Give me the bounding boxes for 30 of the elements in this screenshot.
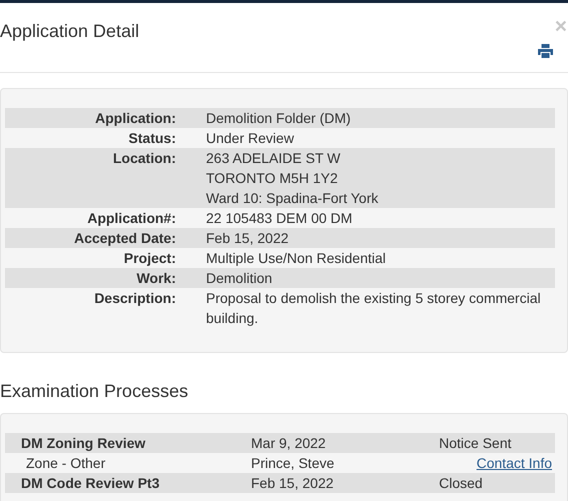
process-name: DM Zoning Review xyxy=(20,434,146,453)
process-date: Mar 9, 2022 xyxy=(251,434,327,453)
field-value: Multiple Use/Non Residential xyxy=(206,249,386,268)
field-label: Accepted Date: xyxy=(73,229,176,248)
field-label: Location: xyxy=(112,149,176,168)
field-label: Status: xyxy=(128,129,176,148)
print-icon[interactable] xyxy=(538,44,553,58)
field-label: Work: xyxy=(136,269,176,288)
field-value: 263 ADELAIDE ST W xyxy=(206,149,342,168)
field-value: Under Review xyxy=(206,129,294,148)
field-label: Project: xyxy=(122,249,176,268)
process-type: Zone - Other xyxy=(25,454,106,473)
field-label: Description: xyxy=(93,289,176,308)
contact-link[interactable]: Contact Info xyxy=(476,455,552,471)
field-value: TORONTO M5H 1Y2 xyxy=(206,169,339,188)
examiner-name: Prince, Steve xyxy=(251,454,336,473)
field-value: 22 105483 DEM 00 DM xyxy=(206,209,352,228)
field-value: Proposal to demolish the existing 5 storey commercial building. xyxy=(206,289,542,328)
field-value: Ward 10: Spadina-Fort York xyxy=(206,189,378,208)
field-label: Application: xyxy=(94,109,176,128)
field-label: Application#: xyxy=(86,209,176,228)
field-value: Demolition xyxy=(206,269,272,288)
section-heading: Examination Processes xyxy=(0,380,190,403)
dialog-title: Application Detail xyxy=(0,21,140,41)
process-status: Closed xyxy=(439,474,484,493)
process-date: Feb 15, 2022 xyxy=(251,474,335,493)
process-status: Notice Sent xyxy=(439,434,512,453)
field-value: Demolition Folder (DM) xyxy=(206,109,351,128)
process-name: DM Code Review Pt3 xyxy=(20,474,160,493)
field-value: Feb 15, 2022 xyxy=(206,229,289,248)
